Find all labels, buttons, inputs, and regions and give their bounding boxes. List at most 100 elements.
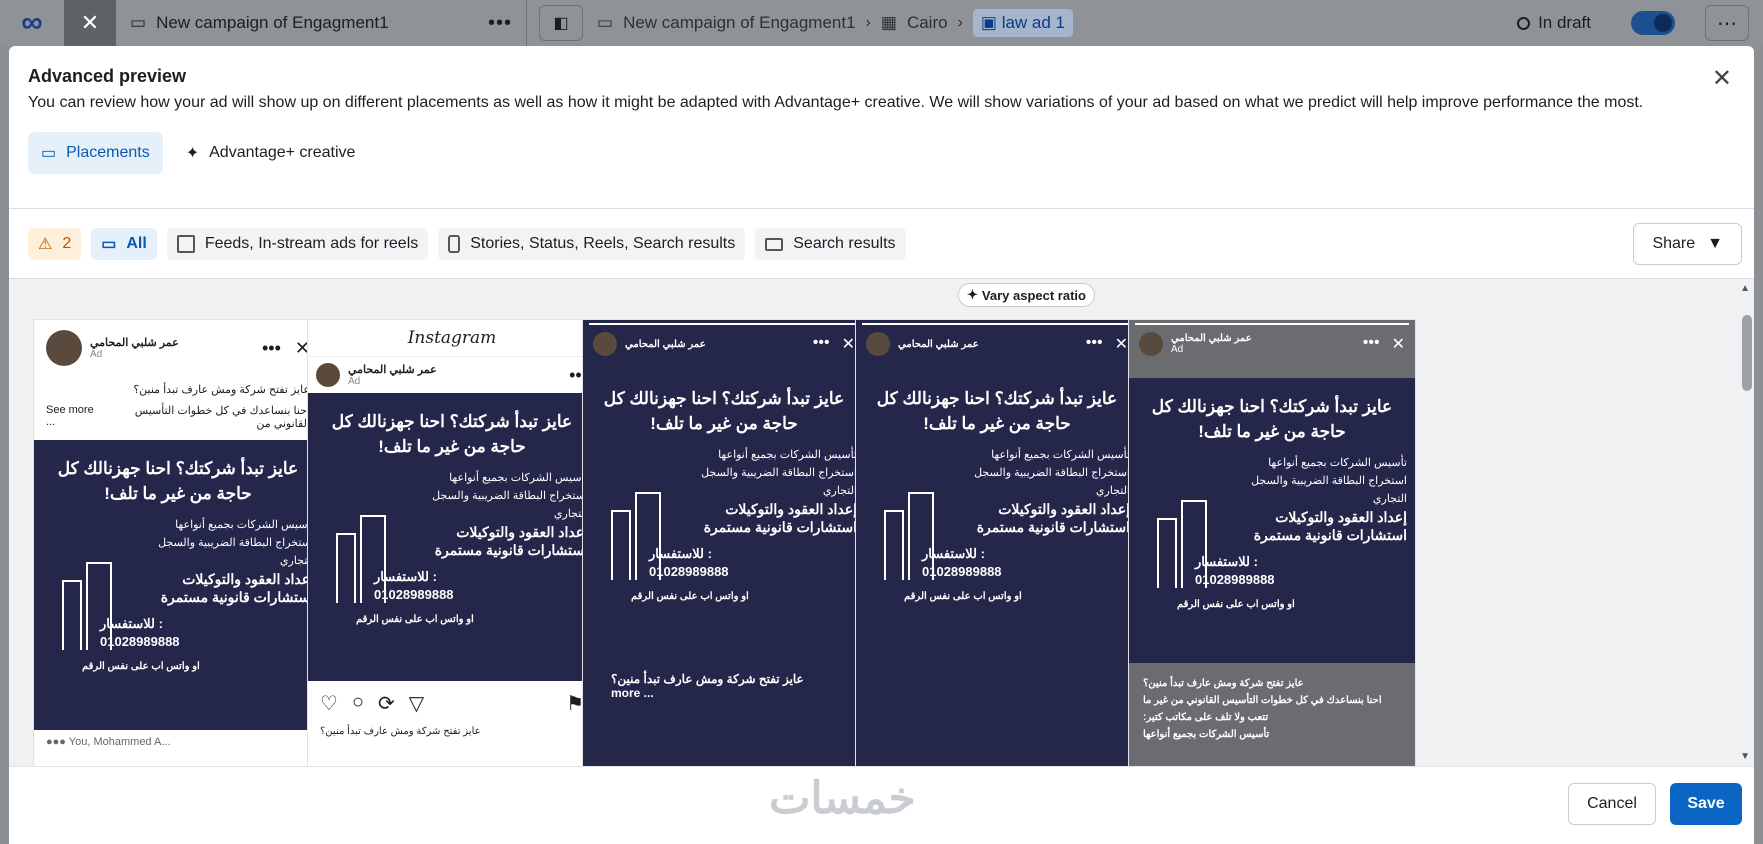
service-item: إعداد العقود والتوكيلات <box>1275 509 1407 525</box>
ad-label: Ad <box>90 349 103 360</box>
caption-text: عايز تفتح شركة ومش عارف تبدأ منين؟ <box>320 726 481 737</box>
devices-icon: ▭ <box>101 236 117 253</box>
ad-headline: عايز تبدأ شركتك؟ احنا جهزنالك كل حاجة من… <box>876 389 1118 433</box>
post-header: عمر شلبي المحامي Ad ••• ✕ <box>34 320 322 376</box>
service-item: إعداد العقود والتوكيلات <box>456 524 588 540</box>
close-icon[interactable]: ✕ <box>1712 64 1732 93</box>
services-list: تأسيس الشركات بجميع أنواعها استخراج البط… <box>692 446 857 536</box>
filter-search[interactable]: Search results <box>755 228 906 260</box>
story-header: عمر شلبي المحامي ••• ✕ <box>583 320 865 368</box>
status-indicator: In draft <box>1517 13 1591 33</box>
meta-logo-icon[interactable]: ∞ <box>0 0 64 46</box>
filter-search-label: Search results <box>793 235 896 252</box>
send-icon[interactable]: ▽ <box>409 691 424 716</box>
preview-card-reels[interactable]: عمر شلبي المحامي Ad ••• ✕ عايز تبدأ شركتك… <box>1128 319 1416 766</box>
folder-icon: ▭ <box>597 13 614 32</box>
preview-card-facebook-feed[interactable]: عمر شلبي المحامي Ad ••• ✕ عايز تفتح شركة … <box>33 319 323 766</box>
publish-toggle[interactable] <box>1631 11 1675 35</box>
service-item: استخراج البطاقة الضريبية والسجل التجاري <box>158 537 314 567</box>
contact-label: للاستفسار : <box>649 546 712 561</box>
post-header: عمر شلبي المحامي Ad ••• <box>308 357 596 393</box>
building-icon <box>1147 498 1217 588</box>
preview-area: ✦ Vary aspect ratio ▲ ▼ عمر شلبي المحامي… <box>9 279 1754 766</box>
more-icon[interactable]: ••• <box>488 12 512 35</box>
phone-icon <box>448 235 461 253</box>
more-options-icon[interactable]: ⋯ <box>1705 5 1749 41</box>
more-icon[interactable]: ••• <box>262 338 281 359</box>
preview-card-story[interactable]: عمر شلبي المحامي ••• ✕ عايز تبدأ شركتك؟ ا… <box>582 319 866 766</box>
campaign-tab[interactable]: ▭ New campaign of Engagment1 ••• <box>116 0 526 46</box>
breadcrumb-ad[interactable]: ▣ law ad 1 <box>972 9 1074 37</box>
close-icon[interactable]: ✕ <box>1392 334 1405 354</box>
breadcrumb: ▭ New campaign of Engagment1 › ▦ Cairo ›… <box>597 9 1074 37</box>
service-item: استخراج البطاقة الضريبية والسجل التجاري <box>1251 475 1407 505</box>
filter-all[interactable]: ▭ All <box>91 228 157 260</box>
preview-card-story-2[interactable]: عمر شلبي المحامي ••• ✕ عايز تبدأ شركتك؟ ا… <box>855 319 1139 766</box>
page-name: عمر شلبي المحامي <box>1171 333 1252 344</box>
ad-label: Ad <box>1171 344 1184 355</box>
reactions-row: ●●● You, Mohammed A... <box>34 730 322 754</box>
phone-number: 01028989888 <box>1195 572 1275 587</box>
services-list: تأسيس الشركات بجميع أنواعها استخراج البط… <box>419 469 588 559</box>
more-icon[interactable]: ••• <box>813 334 830 354</box>
more-link[interactable]: more ... <box>611 686 837 700</box>
chevron-right-icon: › <box>957 14 963 31</box>
filter-all-label: All <box>126 235 147 252</box>
service-item: إعداد العقود والتوكيلات <box>998 501 1130 517</box>
share-icon[interactable]: ⟳ <box>378 691 395 716</box>
warnings-filter[interactable]: ⚠ 2 <box>28 228 82 260</box>
page-name: عمر شلبي المحامي <box>90 337 179 349</box>
breadcrumb-adset[interactable]: Cairo <box>907 13 948 33</box>
close-icon[interactable]: ✕ <box>1115 334 1128 354</box>
service-item: استخراج البطاقة الضريبية والسجل التجاري <box>974 467 1130 497</box>
filter-feeds[interactable]: Feeds, In-stream ads for reels <box>166 228 429 260</box>
phone-number: 01028989888 <box>649 564 729 579</box>
vary-label: Vary aspect ratio <box>981 287 1086 303</box>
tab-advantage-label: Advantage+ creative <box>209 144 356 161</box>
modal-title: Advanced preview <box>28 66 187 86</box>
ad-creative: عايز تبدأ شركتك؟ احنا جهزنالك كل حاجة من… <box>856 370 1138 660</box>
close-icon[interactable]: ✕ <box>64 0 116 46</box>
ad-creative: عايز تبدأ شركتك؟ احنا جهزنالك كل حاجة من… <box>308 393 596 681</box>
tab-placements-label: Placements <box>66 144 150 161</box>
share-button[interactable]: Share ▼ <box>1633 223 1742 265</box>
building-icon <box>326 513 396 603</box>
close-icon[interactable]: ✕ <box>842 334 855 354</box>
comment-icon[interactable]: ○ <box>352 691 364 716</box>
service-item: استشارات قانونية مستمرة <box>1253 527 1407 543</box>
sidebar-toggle-icon[interactable]: ◧ <box>539 5 583 41</box>
tab-advantage-creative[interactable]: ✦ Advantage+ creative <box>173 132 369 174</box>
devices-icon: ▭ <box>41 145 57 162</box>
ad-label: Ad <box>348 376 361 387</box>
filter-stories[interactable]: Stories, Status, Reels, Search results <box>438 228 746 260</box>
scroll-down-icon[interactable]: ▼ <box>1740 751 1750 762</box>
whatsapp-text: او واتس اب على نفس الرقم <box>1177 599 1295 610</box>
tab-placements[interactable]: ▭ Placements <box>28 132 163 174</box>
top-bar: ∞ ✕ ▭ New campaign of Engagment1 ••• ◧ ▭… <box>0 0 1763 46</box>
vary-aspect-ratio-badge[interactable]: ✦ Vary aspect ratio <box>958 283 1095 307</box>
save-button[interactable]: Save <box>1670 783 1742 825</box>
ad-creative: عايز تبدأ شركتك؟ احنا جهزنالك كل حاجة من… <box>1129 378 1415 663</box>
breadcrumb-campaign[interactable]: New campaign of Engagment1 <box>623 13 855 33</box>
service-item: تأسيس الشركات بجميع أنواعها <box>175 519 314 531</box>
service-item: استخراج البطاقة الضريبية والسجل التجاري <box>432 490 588 520</box>
building-icon <box>52 560 122 650</box>
service-item: تأسيس الشركات بجميع أنواعها <box>718 449 857 461</box>
scroll-up-icon[interactable]: ▲ <box>1740 283 1750 294</box>
heart-icon[interactable]: ♡ <box>320 691 338 716</box>
reels-caption-line1: عايز تفتح شركة ومش عارف تبدأ منين؟ <box>1143 678 1304 689</box>
cancel-button[interactable]: Cancel <box>1568 783 1656 825</box>
ad-creative: عايز تبدأ شركتك؟ احنا جهزنالك كل حاجة من… <box>34 440 322 730</box>
grid-icon: ▦ <box>880 13 897 32</box>
more-icon[interactable]: ••• <box>1363 334 1380 354</box>
caret-down-icon: ▼ <box>1707 235 1723 252</box>
ad-headline: عايز تبدأ شركتك؟ احنا جهزنالك كل حاجة من… <box>57 459 299 503</box>
see-more-link[interactable]: See more ... <box>46 404 99 430</box>
preview-card-instagram-feed[interactable]: Instagram عمر شلبي المحامي Ad ••• عايز ت… <box>307 319 597 766</box>
breadcrumb-ad-label: law ad 1 <box>1001 13 1066 32</box>
divider <box>526 0 527 46</box>
folder-icon: ▭ <box>130 13 147 32</box>
page-name: عمر شلبي المحامي <box>348 364 437 376</box>
more-icon[interactable]: ••• <box>1086 334 1103 354</box>
scrollbar[interactable] <box>1742 315 1752 391</box>
